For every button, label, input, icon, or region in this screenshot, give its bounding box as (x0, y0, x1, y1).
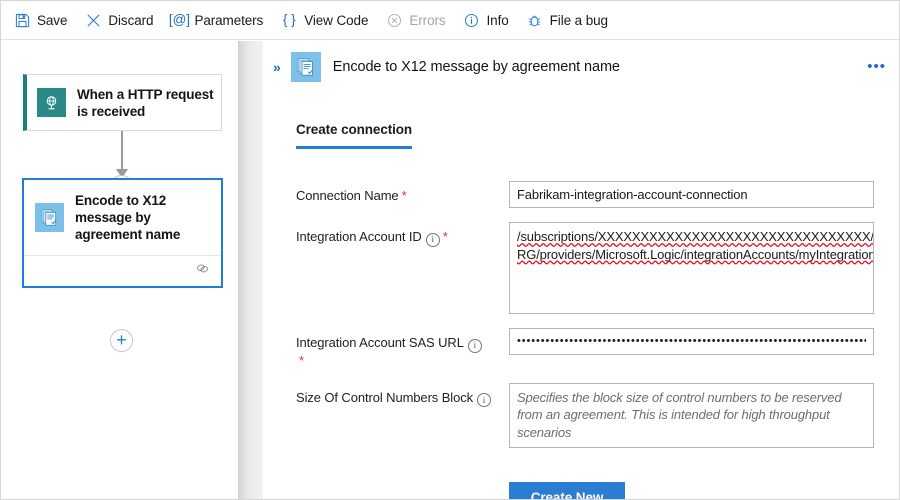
canvas-edge-shadow (238, 41, 263, 499)
parameters-button[interactable]: [@] Parameters (170, 6, 263, 34)
size-of-control-numbers-block-label: Size Of Control Numbers Block i (296, 383, 509, 408)
required-asterisk: * (402, 188, 407, 203)
integration-account-sas-url-control: ••••••••••••••••••••••••••••••••••••••••… (509, 328, 876, 355)
create-connection-form: Connection Name* Integration Account IDi… (296, 181, 876, 500)
required-asterisk: * (443, 229, 448, 244)
tab-create-connection[interactable]: Create connection (296, 122, 412, 149)
file-a-bug-button[interactable]: File a bug (526, 6, 608, 34)
bug-icon (526, 11, 544, 29)
create-new-button[interactable]: Create New (509, 482, 625, 500)
discard-label: Discard (108, 13, 153, 28)
field-row-integration-account-id: Integration Account ID i* /subscriptions/… (296, 222, 876, 314)
size-of-control-numbers-block-placeholder: Specifies the block size of control numb… (517, 390, 841, 440)
info-button[interactable]: Info (463, 6, 509, 34)
workflow-node-encode-x12-footer (24, 255, 221, 286)
workflow-canvas[interactable]: When a HTTP request is received + (2, 41, 263, 499)
errors-icon (385, 11, 403, 29)
view-code-label: View Code (304, 13, 368, 28)
parameters-icon: [@] (170, 11, 188, 29)
info-icon[interactable]: i (468, 339, 482, 353)
integration-account-sas-url-label: Integration Account SAS URL i * (296, 328, 509, 369)
connection-name-control (509, 181, 876, 208)
workflow-node-trigger[interactable]: When a HTTP request is received (23, 74, 222, 131)
link-connection-icon[interactable] (195, 261, 210, 281)
collapse-pane-chevron-icon[interactable]: » (273, 60, 280, 74)
discard-button[interactable]: Discard (84, 6, 153, 34)
integration-account-sas-url-label-text: Integration Account SAS URL (296, 335, 464, 350)
x12-documents-icon (291, 52, 321, 82)
info-icon[interactable]: i (426, 233, 440, 247)
discard-icon (84, 11, 102, 29)
errors-button: Errors (385, 6, 445, 34)
field-row-integration-account-sas-url: Integration Account SAS URL i * ••••••••••… (296, 328, 876, 369)
size-of-control-numbers-block-control: Specifies the block size of control numb… (509, 383, 876, 448)
workflow-node-encode-x12-body: Encode to X12 message by agreement name (24, 180, 221, 255)
action-details-title: Encode to X12 message by agreement name (333, 59, 620, 75)
info-label: Info (487, 13, 509, 28)
integration-account-id-input[interactable]: /subscriptions/XXXXXXXXXXXXXXXXXXXXXXXXX… (509, 222, 874, 314)
logic-app-designer-window: Save Discard [@] Parameters { } View Cod… (0, 0, 900, 500)
integration-account-id-value: /subscriptions/XXXXXXXXXXXXXXXXXXXXXXXXX… (517, 229, 874, 262)
errors-label: Errors (409, 13, 445, 28)
info-icon (463, 11, 481, 29)
command-toolbar: Save Discard [@] Parameters { } View Cod… (1, 1, 899, 40)
field-row-size-of-control-numbers-block: Size Of Control Numbers Block i Specifies… (296, 383, 876, 448)
pane-tab-list: Create connection (296, 121, 412, 149)
integration-account-id-label-text: Integration Account ID (296, 229, 422, 244)
size-of-control-numbers-block-input[interactable]: Specifies the block size of control numb… (509, 383, 874, 448)
action-details-header: » Encode to X12 message by agreement nam… (263, 41, 899, 93)
required-asterisk: * (299, 353, 304, 368)
size-of-control-numbers-block-label-text: Size Of Control Numbers Block (296, 390, 473, 405)
integration-account-sas-url-masked-value: ••••••••••••••••••••••••••••••••••••••••… (517, 333, 866, 350)
save-label: Save (37, 13, 67, 28)
x12-documents-icon (35, 203, 64, 232)
integration-account-id-control: /subscriptions/XXXXXXXXXXXXXXXXXXXXXXXXX… (509, 222, 876, 314)
view-code-icon: { } (280, 11, 298, 29)
workflow-node-encode-x12[interactable]: Encode to X12 message by agreement name (22, 178, 223, 288)
integration-account-sas-url-input[interactable]: ••••••••••••••••••••••••••••••••••••••••… (509, 328, 874, 355)
parameters-icon-text: [@] (169, 13, 190, 27)
workflow-node-encode-x12-title: Encode to X12 message by agreement name (75, 192, 221, 243)
integration-account-id-label: Integration Account ID i* (296, 222, 509, 247)
file-a-bug-label: File a bug (550, 13, 608, 28)
http-request-icon (37, 88, 66, 117)
view-code-button[interactable]: { } View Code (280, 6, 368, 34)
view-code-icon-text: { } (283, 13, 296, 27)
plus-icon: + (116, 333, 127, 348)
field-row-connection-name: Connection Name* (296, 181, 876, 208)
connection-name-input[interactable] (509, 181, 874, 208)
workflow-node-trigger-title: When a HTTP request is received (77, 86, 221, 120)
action-details-pane: » Encode to X12 message by agreement nam… (263, 41, 899, 499)
connection-name-label: Connection Name* (296, 181, 509, 204)
pane-overflow-menu-button[interactable]: ••• (867, 59, 886, 74)
save-button[interactable]: Save (13, 6, 67, 34)
parameters-label: Parameters (194, 13, 263, 28)
add-step-button-2[interactable]: + (110, 329, 133, 352)
connection-name-label-text: Connection Name (296, 188, 399, 203)
save-icon (13, 11, 31, 29)
info-icon[interactable]: i (477, 393, 491, 407)
